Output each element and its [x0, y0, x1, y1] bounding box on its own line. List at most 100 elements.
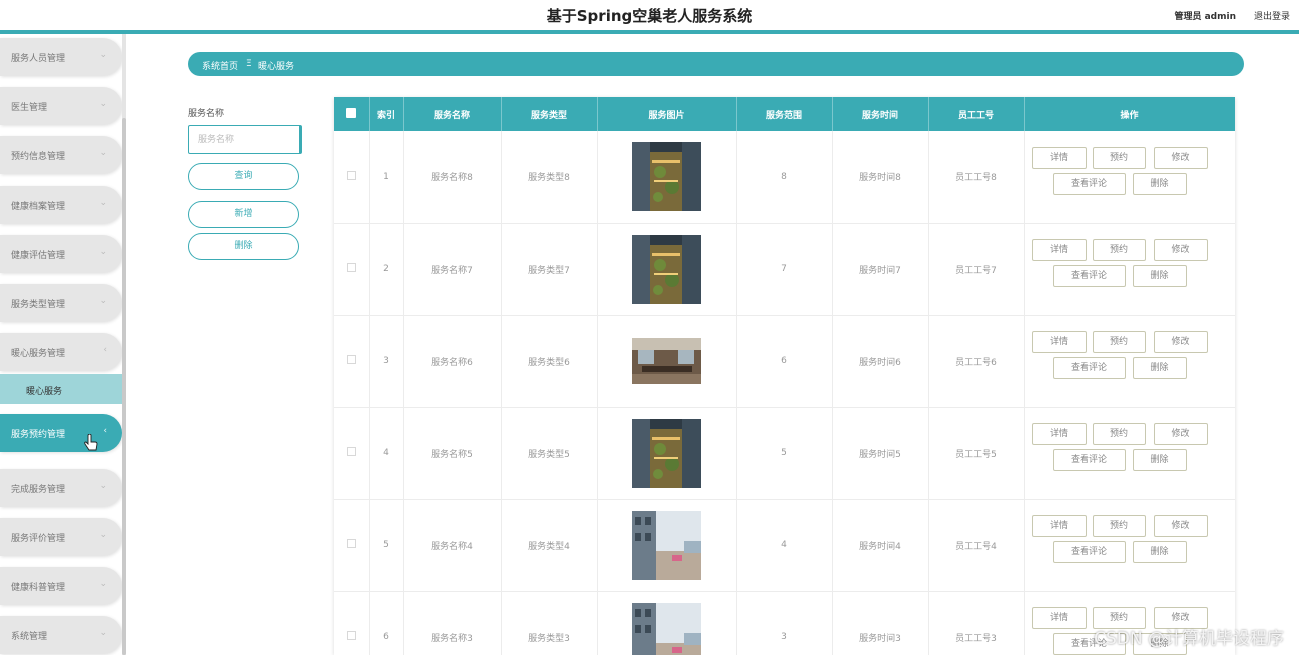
sidebar-item-label: 系统管理 — [11, 632, 48, 642]
sidebar-item-label: 医生管理 — [11, 103, 48, 113]
cell-service-name: 服务名称8 — [403, 131, 502, 224]
submenu-item-label: 暖心服务 — [26, 387, 63, 397]
logout-link[interactable]: 退出登录 — [1254, 9, 1290, 22]
cell-service-time: 服务时间4 — [832, 499, 929, 592]
row-checkbox[interactable] — [346, 170, 356, 180]
delete-selected-button[interactable]: 删除 — [188, 233, 299, 260]
sidebar-item-service-booking[interactable]: 服务预约管理 ‹ — [0, 414, 122, 452]
table-row: 2 服务名称7 服务类型7 7 服务时间7 员工工号7 详情 预约 修改 查看评论 删除 — [334, 223, 1235, 316]
sidebar-item-health-education[interactable]: 健康科普管理 ⌄ — [0, 567, 122, 605]
row-checkbox[interactable] — [346, 263, 356, 272]
row-checkbox[interactable] — [346, 447, 356, 456]
detail-button[interactable]: 详情 — [1031, 515, 1087, 537]
cell-index: 6 — [369, 591, 404, 655]
detail-button[interactable]: 详情 — [1031, 239, 1087, 261]
cell-staff-id: 员工工号7 — [928, 223, 1025, 316]
select-all-checkbox[interactable] — [346, 107, 357, 118]
view-reviews-button[interactable]: 查看评论 — [1052, 357, 1126, 379]
view-reviews-button[interactable]: 查看评论 — [1052, 541, 1126, 563]
chevron-down-icon: ⌄ — [99, 530, 107, 540]
cell-service-type: 服务类型3 — [501, 591, 598, 655]
cell-service-name: 服务名称6 — [403, 315, 502, 408]
sidebar-item-health-records[interactable]: 健康档案管理 ⌄ — [0, 186, 122, 224]
service-image — [632, 338, 701, 384]
delete-row-button[interactable]: 删除 — [1132, 172, 1187, 195]
cell-service-image — [597, 591, 737, 655]
column-header-image: 服务图片 — [597, 97, 737, 131]
book-button[interactable]: 预约 — [1092, 423, 1146, 445]
sidebar-item-service-types[interactable]: 服务类型管理 ⌄ — [0, 284, 122, 322]
row-select-cell — [334, 131, 370, 224]
query-button[interactable]: 查询 — [188, 163, 299, 190]
cell-index: 2 — [369, 223, 404, 316]
cell-service-type: 服务类型8 — [501, 131, 598, 224]
row-actions: 详情 预约 修改查看评论 删除 — [1026, 423, 1234, 483]
cell-service-type: 服务类型4 — [501, 499, 598, 592]
book-button[interactable]: 预约 — [1092, 239, 1146, 261]
edit-button[interactable]: 修改 — [1153, 146, 1208, 169]
sidebar-scrollbar-thumb[interactable] — [122, 118, 126, 655]
detail-button[interactable]: 详情 — [1031, 331, 1087, 353]
sidebar-item-doctors[interactable]: 医生管理 ⌄ — [0, 87, 122, 125]
chevron-down-icon: ⌄ — [99, 481, 107, 491]
sidebar-item-label: 服务类型管理 — [11, 300, 66, 310]
sidebar-item-health-assessment[interactable]: 健康评估管理 ⌄ — [0, 235, 122, 273]
row-checkbox[interactable] — [346, 539, 356, 548]
cell-actions: 详情 预约 修改查看评论 删除 — [1024, 407, 1235, 500]
edit-button[interactable]: 修改 — [1153, 239, 1208, 261]
sidebar-item-service-reviews[interactable]: 服务评价管理 ⌄ — [0, 518, 122, 556]
delete-row-button[interactable]: 删除 — [1132, 357, 1187, 379]
service-image — [632, 142, 701, 212]
delete-row-button[interactable]: 删除 — [1132, 265, 1187, 287]
sidebar-item-system[interactable]: 系统管理 ⌄ — [0, 616, 122, 654]
delete-row-button[interactable]: 删除 — [1132, 541, 1187, 563]
detail-button[interactable]: 详情 — [1031, 146, 1087, 169]
sidebar-item-label: 完成服务管理 — [11, 485, 66, 495]
table-row: 4 服务名称5 服务类型5 5 服务时间5 员工工号5 详情 预约 修改 查看评论 删除 — [334, 407, 1235, 500]
sidebar-item-completed-services[interactable]: 完成服务管理 ⌄ — [0, 469, 122, 507]
sidebar-item-label: 服务人员管理 — [11, 54, 66, 64]
book-button[interactable]: 预约 — [1092, 331, 1146, 353]
edit-button[interactable]: 修改 — [1153, 515, 1208, 537]
cell-service-image — [597, 131, 737, 224]
row-checkbox[interactable] — [346, 355, 356, 364]
view-reviews-button[interactable]: 查看评论 — [1052, 265, 1126, 287]
cell-service-time: 服务时间8 — [832, 131, 929, 224]
column-header-actions: 操作 — [1024, 97, 1235, 131]
search-label: 服务名称 — [188, 109, 225, 119]
add-button[interactable]: 新增 — [188, 201, 299, 228]
detail-button[interactable]: 详情 — [1031, 423, 1087, 445]
view-reviews-button[interactable]: 查看评论 — [1052, 449, 1126, 471]
cell-service-time: 服务时间3 — [832, 591, 929, 655]
delete-row-button[interactable]: 删除 — [1132, 449, 1187, 471]
current-user: 管理员 admin — [1174, 12, 1236, 22]
service-name-search-input[interactable] — [188, 125, 302, 154]
sidebar-item-appointments[interactable]: 预约信息管理 ⌄ — [0, 136, 122, 174]
sidebar-item-service-staff[interactable]: 服务人员管理 ⌄ — [0, 38, 122, 76]
book-button[interactable]: 预约 — [1092, 515, 1146, 537]
sidebar: 服务人员管理 ⌄ 医生管理 ⌄ 预约信息管理 ⌄ 健康档案管理 ⌄ 健康评估管理… — [0, 34, 128, 655]
service-image — [632, 234, 701, 304]
view-reviews-button[interactable]: 查看评论 — [1052, 172, 1126, 195]
submenu-item-warm-service[interactable]: 暖心服务 — [0, 374, 122, 404]
cell-staff-id: 员工工号4 — [928, 499, 1025, 592]
table-row: 1 服务名称8 服务类型8 8 服务时间8 员工工号8 详情 预约 修改 查看评论 删除 — [334, 131, 1235, 224]
chevron-down-icon: ⌄ — [99, 99, 107, 109]
service-image — [632, 602, 701, 655]
row-checkbox[interactable] — [346, 631, 356, 640]
detail-button[interactable]: 详情 — [1031, 607, 1087, 629]
top-bar: 基于Spring空巢老人服务系统 管理员 admin 退出登录 — [0, 0, 1299, 30]
cell-service-type: 服务类型5 — [501, 407, 598, 500]
breadcrumb-home[interactable]: 系统首页 — [202, 59, 238, 72]
edit-button[interactable]: 修改 — [1153, 331, 1208, 353]
edit-button[interactable]: 修改 — [1153, 423, 1208, 445]
book-button[interactable]: 预约 — [1092, 146, 1146, 169]
cell-service-image — [597, 315, 737, 408]
row-select-cell — [334, 223, 370, 316]
column-header-name: 服务名称 — [403, 97, 502, 131]
chevron-down-icon: ⌄ — [99, 296, 107, 306]
sidebar-item-warm-services[interactable]: 暖心服务管理 ‹ — [0, 333, 122, 371]
service-image — [632, 418, 701, 488]
cell-staff-id: 员工工号5 — [928, 407, 1025, 500]
cell-service-image — [597, 499, 737, 592]
